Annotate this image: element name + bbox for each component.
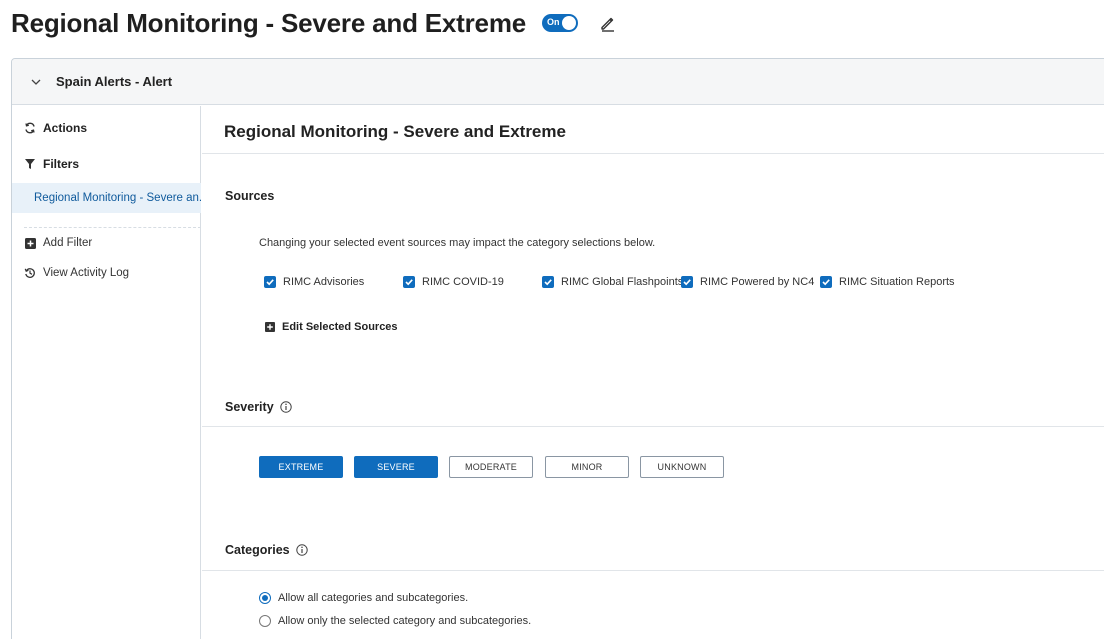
info-icon[interactable] bbox=[279, 401, 292, 413]
sidebar-item-view-activity-log[interactable]: View Activity Log bbox=[24, 267, 129, 279]
sidebar: Actions Filters Regional Monitoring - Se… bbox=[12, 106, 201, 639]
sidebar-item-label: Add Filter bbox=[43, 237, 93, 249]
sidebar-item-label: Filters bbox=[43, 157, 80, 171]
source-checkbox-advisories[interactable]: RIMC Advisories bbox=[264, 276, 364, 288]
alert-panel: Spain Alerts - Alert Actions Filters Reg… bbox=[11, 58, 1104, 639]
sidebar-divider bbox=[24, 227, 201, 228]
filter-title: Regional Monitoring - Severe and Extreme bbox=[224, 122, 566, 141]
checkbox-checked-icon bbox=[820, 276, 832, 288]
categories-allow-all-radio[interactable]: Allow all categories and subcategories. bbox=[259, 592, 468, 604]
sidebar-item-actions[interactable]: Actions bbox=[24, 121, 87, 135]
sidebar-item-label: Actions bbox=[43, 121, 88, 135]
severity-moderate-button[interactable]: MODERATE bbox=[449, 456, 533, 478]
alert-enabled-toggle[interactable]: On bbox=[542, 14, 578, 32]
severity-unknown-button[interactable]: UNKNOWN bbox=[640, 456, 724, 478]
checkbox-label: RIMC Advisories bbox=[283, 276, 365, 288]
sources-heading: Sources bbox=[225, 189, 275, 203]
filter-icon bbox=[24, 158, 36, 170]
filter-editor: Regional Monitoring - Severe and Extreme… bbox=[202, 106, 1104, 639]
checkbox-label: RIMC Powered by NC4 bbox=[700, 276, 815, 288]
sidebar-item-filters[interactable]: Filters bbox=[24, 157, 79, 171]
source-checkbox-global-flashpoints[interactable]: RIMC Global Flashpoints bbox=[542, 276, 683, 288]
severity-minor-button[interactable]: MINOR bbox=[545, 456, 629, 478]
categories-heading-label: Categories bbox=[225, 543, 290, 557]
toggle-knob bbox=[562, 16, 576, 30]
source-checkbox-situation-reports[interactable]: RIMC Situation Reports bbox=[820, 276, 955, 288]
refresh-icon bbox=[24, 122, 36, 134]
checkbox-label: RIMC Global Flashpoints bbox=[561, 276, 684, 288]
panel-header[interactable]: Spain Alerts - Alert bbox=[12, 59, 1104, 105]
radio-label: Allow all categories and subcategories. bbox=[278, 592, 469, 604]
severity-extreme-button[interactable]: EXTREME bbox=[259, 456, 343, 478]
checkbox-label: RIMC COVID-19 bbox=[422, 276, 504, 288]
checkbox-label: RIMC Situation Reports bbox=[839, 276, 955, 288]
checkbox-checked-icon bbox=[264, 276, 276, 288]
checkbox-checked-icon bbox=[542, 276, 554, 288]
source-checkbox-powered-by-nc4[interactable]: RIMC Powered by NC4 bbox=[681, 276, 814, 288]
radio-unselected-icon bbox=[259, 615, 271, 627]
severity-heading-label: Severity bbox=[225, 400, 274, 414]
sidebar-item-add-filter[interactable]: Add Filter bbox=[24, 237, 92, 249]
radio-label: Allow only the selected category and sub… bbox=[278, 615, 532, 627]
edit-title-button[interactable] bbox=[598, 13, 618, 33]
checkbox-checked-icon bbox=[403, 276, 415, 288]
divider bbox=[202, 153, 1104, 154]
plus-square-icon bbox=[265, 322, 275, 332]
checkbox-checked-icon bbox=[681, 276, 693, 288]
edit-selected-sources-button[interactable]: Edit Selected Sources bbox=[265, 321, 398, 333]
sidebar-item-active-filter[interactable]: Regional Monitoring - Severe an... bbox=[12, 183, 201, 213]
panel-title: Spain Alerts - Alert bbox=[56, 74, 173, 89]
radio-selected-icon bbox=[259, 592, 271, 604]
sources-hint: Changing your selected event sources may… bbox=[259, 237, 656, 249]
page-title: Regional Monitoring - Severe and Extreme bbox=[11, 7, 526, 38]
divider bbox=[202, 426, 1104, 427]
sidebar-item-label: View Activity Log bbox=[43, 267, 130, 279]
severity-severe-button[interactable]: SEVERE bbox=[354, 456, 438, 478]
categories-allow-selected-radio[interactable]: Allow only the selected category and sub… bbox=[259, 615, 531, 627]
chevron-down-icon[interactable] bbox=[30, 76, 42, 88]
source-checkbox-covid-19[interactable]: RIMC COVID-19 bbox=[403, 276, 504, 288]
divider bbox=[202, 570, 1104, 571]
pencil-icon bbox=[601, 17, 614, 32]
severity-heading: Severity bbox=[225, 400, 292, 414]
categories-heading: Categories bbox=[225, 543, 308, 557]
edit-sources-label: Edit Selected Sources bbox=[282, 321, 398, 333]
page-title-row: Regional Monitoring - Severe and Extreme… bbox=[11, 5, 618, 41]
plus-square-icon bbox=[24, 237, 36, 249]
toggle-label: On bbox=[547, 17, 560, 27]
info-icon[interactable] bbox=[295, 544, 308, 556]
history-icon bbox=[24, 267, 36, 279]
